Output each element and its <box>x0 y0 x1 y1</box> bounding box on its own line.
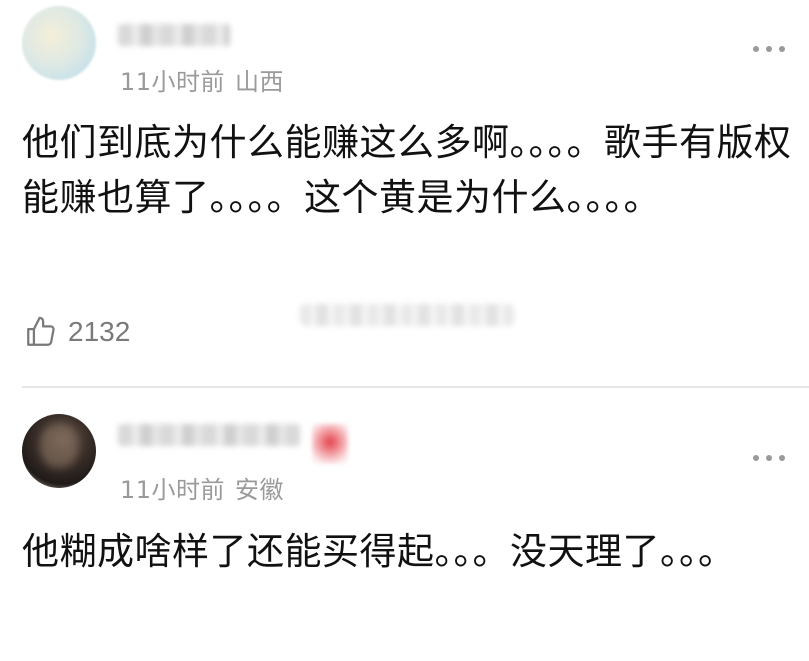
comment-meta: 11小时前 山西 <box>120 62 284 97</box>
dot <box>753 46 759 52</box>
comment-location: 山西 <box>235 68 285 96</box>
comment-meta: 11小时前 安徽 <box>120 470 284 505</box>
comment-text: 他们到底为什么能赚这么多啊。。。。歌手有版权能赚也算了。。。。这个黄是为什么。。… <box>22 121 792 219</box>
divider <box>22 386 809 388</box>
more-options-icon[interactable] <box>753 453 785 463</box>
avatar[interactable] <box>22 414 96 488</box>
watermark-blurred <box>300 304 514 326</box>
dot <box>766 46 772 52</box>
user-badge-icon <box>312 424 348 464</box>
like-button[interactable]: 2132 <box>24 312 130 352</box>
dot <box>766 455 772 461</box>
like-count: 2132 <box>68 316 131 347</box>
comment-time: 11小时前 <box>120 476 226 504</box>
avatar[interactable] <box>22 6 96 80</box>
comment-time: 11小时前 <box>120 68 226 96</box>
dot <box>779 455 785 461</box>
username-blurred[interactable] <box>118 24 230 46</box>
more-options-icon[interactable] <box>753 44 785 54</box>
comment-location: 安徽 <box>235 476 285 504</box>
dot <box>779 46 785 52</box>
thumbs-up-icon <box>27 316 55 346</box>
dot <box>753 455 759 461</box>
username-blurred[interactable] <box>118 424 300 446</box>
comment-text: 他糊成啥样了还能买得起。。。没天理了。。。 <box>22 530 736 573</box>
